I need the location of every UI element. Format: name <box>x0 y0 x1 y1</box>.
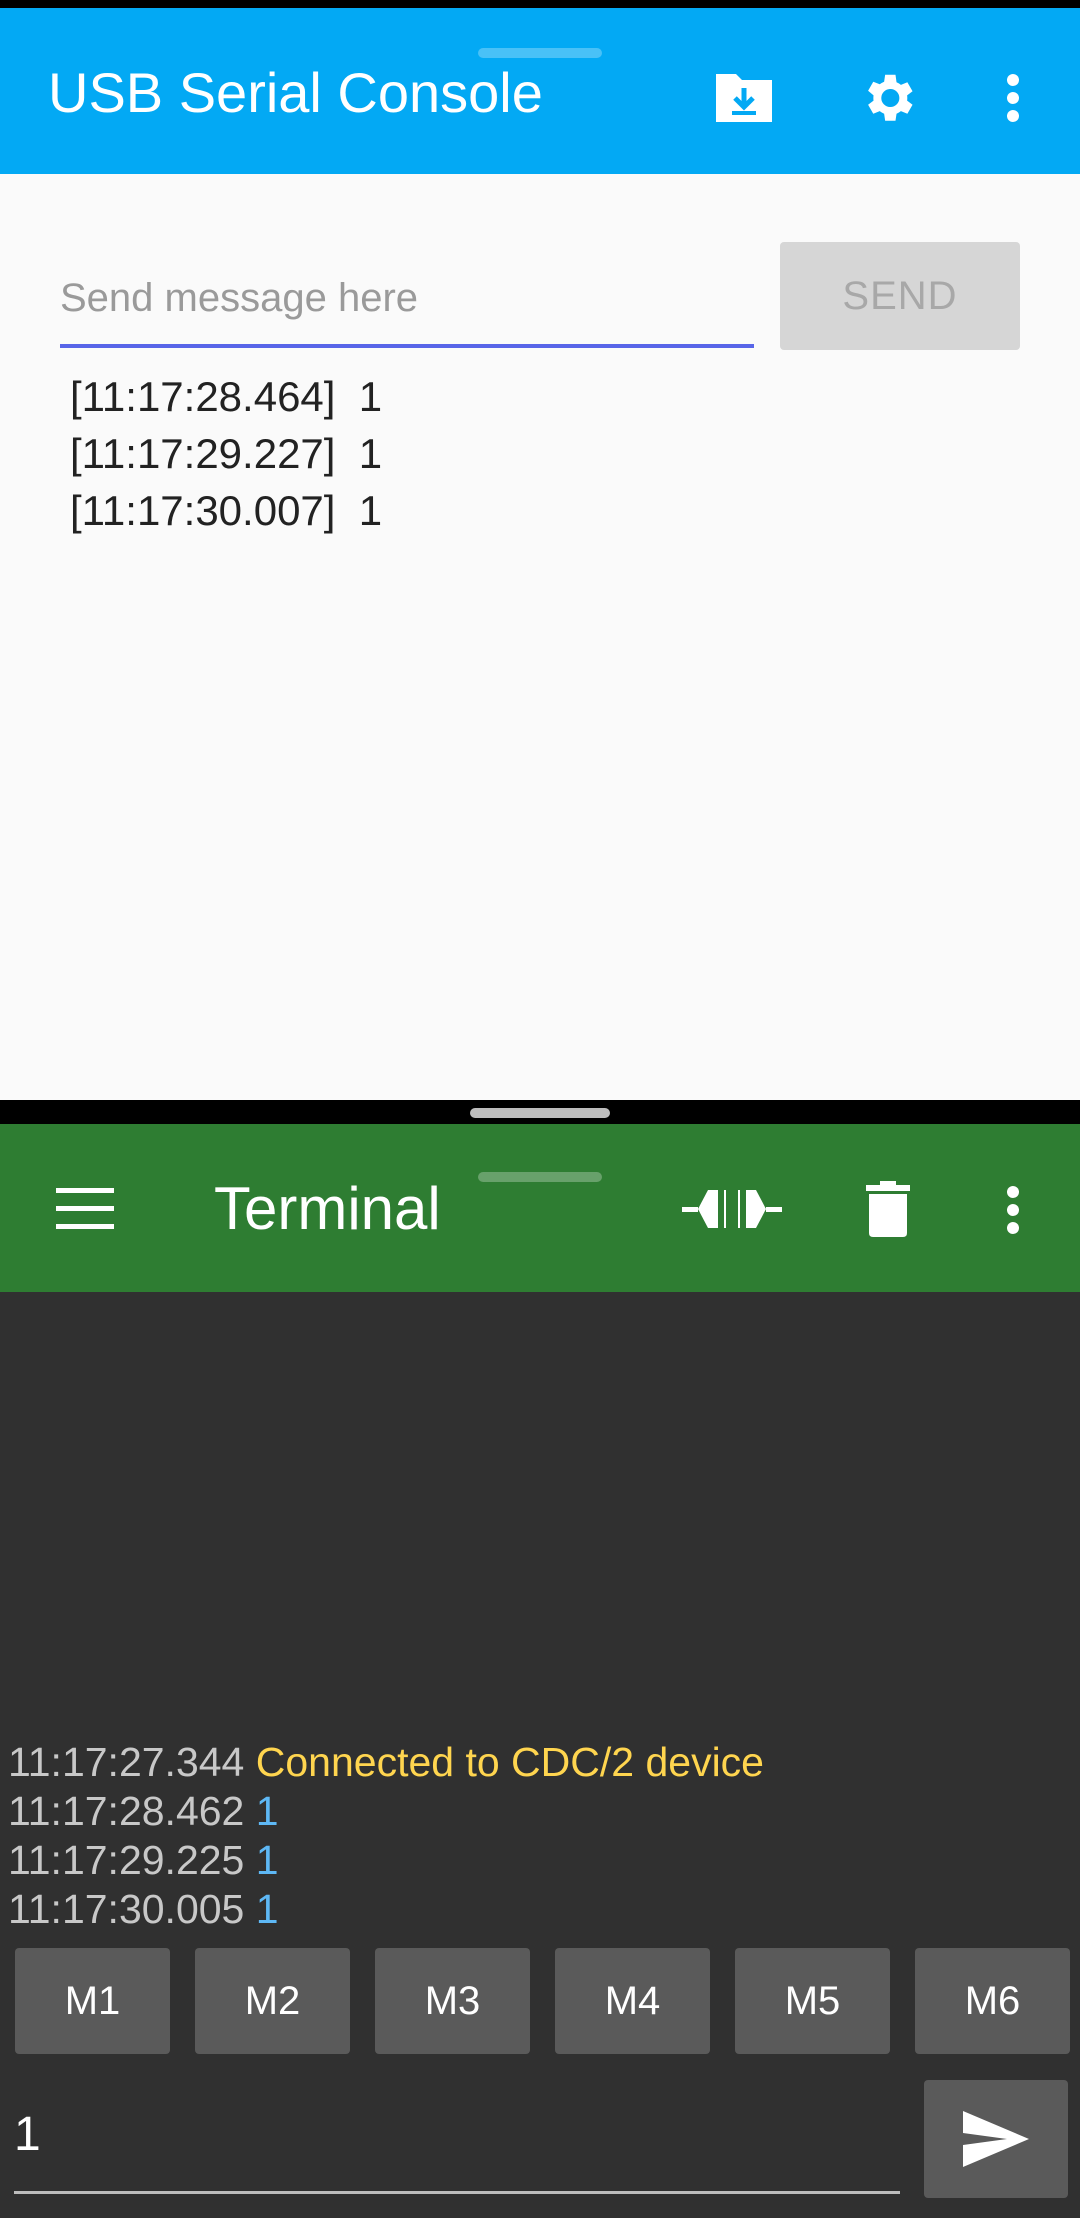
more-vert-icon[interactable] <box>990 60 1036 136</box>
macro-button-m4[interactable]: M4 <box>555 1948 710 2054</box>
window-drag-handle[interactable] <box>478 1172 602 1182</box>
log-line: [11:17:30.007] 1 <box>70 487 383 534</box>
gear-icon[interactable] <box>850 60 926 136</box>
terminal-line: 11:17:28.462 1 <box>8 1787 764 1836</box>
trash-icon[interactable] <box>852 1174 924 1244</box>
received-log: [11:17:28.464] 1 [11:17:29.227] 1 [11:17… <box>70 368 382 539</box>
terminal-line: 11:17:30.005 1 <box>8 1885 764 1934</box>
received-data: 1 <box>255 1788 279 1834</box>
split-screen-divider[interactable] <box>0 1100 1080 1124</box>
top-app-bar: USB Serial Console <box>0 8 1080 174</box>
usb-serial-console-window: USB Serial Console SEND [11:17:28.464] 1… <box>0 8 1080 1100</box>
status-strip <box>0 0 1080 8</box>
macro-button-m5[interactable]: M5 <box>735 1948 890 2054</box>
log-line: [11:17:29.227] 1 <box>70 430 383 477</box>
received-data: 1 <box>255 1886 279 1932</box>
send-button[interactable]: SEND <box>780 242 1020 350</box>
message-input[interactable] <box>60 252 754 348</box>
plug-connect-icon[interactable] <box>680 1176 784 1242</box>
macro-button-m6[interactable]: M6 <box>915 1948 1070 2054</box>
terminal-window: Terminal 11:17:27.344 Connected to CDC/2… <box>0 1124 1080 2218</box>
menu-icon[interactable] <box>50 1174 120 1244</box>
terminal-app-bar: Terminal <box>0 1124 1080 1292</box>
timestamp: 11:17:29.225 <box>8 1837 245 1883</box>
send-arrow-icon <box>963 2111 1029 2167</box>
terminal-send-input[interactable] <box>14 2078 900 2194</box>
timestamp: 11:17:27.344 <box>8 1739 245 1785</box>
timestamp: 11:17:28.462 <box>8 1788 245 1834</box>
terminal-line: 11:17:27.344 Connected to CDC/2 device <box>8 1738 764 1787</box>
app-title: USB Serial Console <box>48 61 543 124</box>
macro-button-m2[interactable]: M2 <box>195 1948 350 2054</box>
more-vert-icon[interactable] <box>990 1172 1036 1248</box>
folder-download-icon[interactable] <box>706 60 782 136</box>
macro-button-m1[interactable]: M1 <box>15 1948 170 2054</box>
terminal-title: Terminal <box>214 1175 441 1242</box>
terminal-line: 11:17:29.225 1 <box>8 1836 764 1885</box>
macro-button-m3[interactable]: M3 <box>375 1948 530 2054</box>
status-message: Connected to CDC/2 device <box>255 1739 764 1785</box>
received-data: 1 <box>255 1837 279 1883</box>
terminal-output: 11:17:27.344 Connected to CDC/2 device 1… <box>8 1738 764 1934</box>
divider-handle[interactable] <box>470 1108 610 1118</box>
timestamp: 11:17:30.005 <box>8 1886 245 1932</box>
macro-button-row: M1 M2 M3 M4 M5 M6 <box>15 1948 1070 2054</box>
log-line: [11:17:28.464] 1 <box>70 373 383 420</box>
window-drag-handle[interactable] <box>478 48 602 58</box>
terminal-send-button[interactable] <box>924 2080 1068 2198</box>
